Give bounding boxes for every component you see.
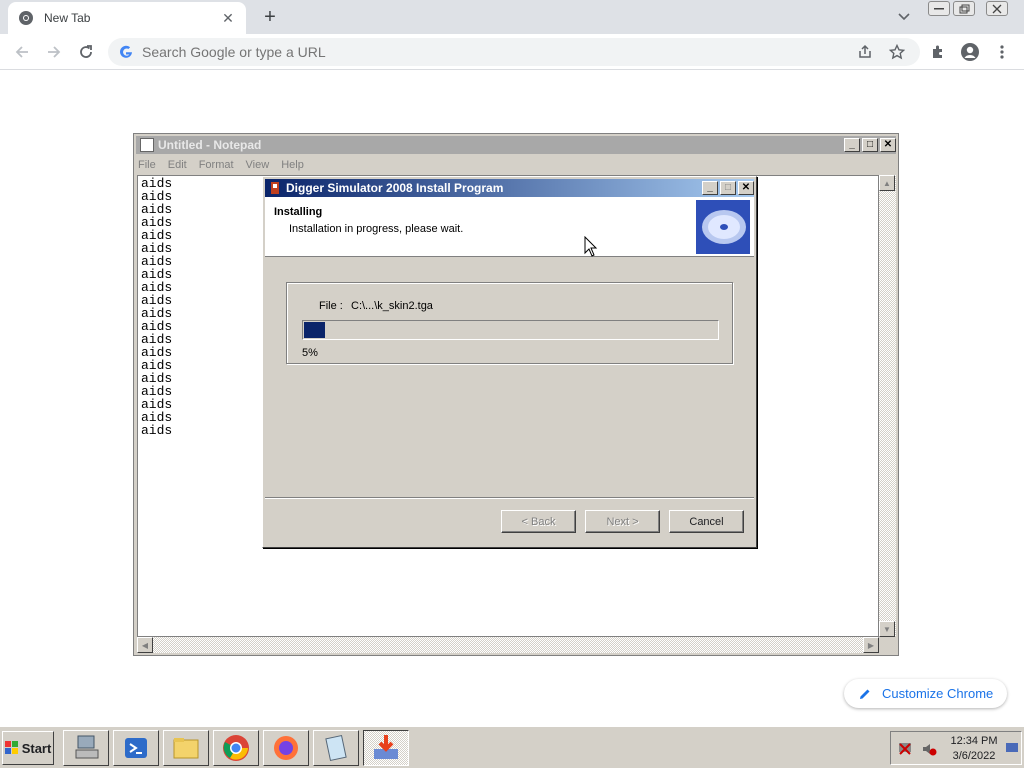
tab-strip: New Tab ✕ + [0,0,1024,34]
notepad-icon [140,138,154,152]
start-label: Start [21,740,52,756]
customize-chrome-label: Customize Chrome [882,686,994,701]
new-tab-button[interactable]: + [258,6,282,28]
installer-subheading: Installation in progress, please wait. [289,223,464,235]
progress-percent: 5% [302,347,318,359]
forward-arrow-icon[interactable] [42,40,66,64]
network-icon[interactable] [897,741,913,757]
progress-fill [304,322,325,338]
close-window-button[interactable] [986,1,1008,16]
tab-title: New Tab [44,11,91,25]
show-desktop-icon[interactable] [1005,741,1019,755]
clock[interactable]: 12:34 PM 3/6/2022 [941,734,1007,764]
scroll-left-arrow-icon[interactable]: ◀ [137,637,153,653]
browser-toolbar [0,34,1024,70]
google-icon [120,45,132,58]
extensions-puzzle-icon[interactable] [926,40,950,64]
system-tray: 12:34 PM 3/6/2022 [890,731,1022,765]
back-button[interactable]: < Back [501,510,576,533]
notepad-minimize-button[interactable]: _ [844,138,860,152]
installer-title: Digger Simulator 2008 Install Program [286,181,504,195]
installer-close-button[interactable]: ✕ [738,181,754,195]
notepad-titlebar[interactable]: Untitled - Notepad _ □ ✕ [136,136,896,154]
install-progress-bar [302,320,719,340]
installer-window: Digger Simulator 2008 Install Program _ … [262,176,757,548]
windows-flag-icon [4,741,18,754]
scroll-down-arrow-icon[interactable]: ▼ [879,621,895,637]
installer-titlebar[interactable]: Digger Simulator 2008 Install Program _ … [265,179,754,197]
volume-muted-icon[interactable] [921,741,937,757]
taskbar-installer-icon[interactable] [363,730,409,766]
next-button[interactable]: Next > [585,510,660,533]
taskbar-computer-icon[interactable] [63,730,109,766]
notepad-text: aids aids aids aids aids aids aids aids … [141,176,173,438]
progress-group: File : C:\...\k_skin2.tga 5% [286,282,733,364]
omnibox[interactable] [108,38,920,66]
restore-window-button[interactable] [953,1,975,16]
file-value: C:\...\k_skin2.tga [351,300,433,312]
bookmark-star-icon[interactable] [888,44,906,60]
cancel-button[interactable]: Cancel [669,510,744,533]
tab-new-tab[interactable]: New Tab ✕ [8,2,246,34]
taskbar-firefox-icon[interactable] [263,730,309,766]
installer-maximize-button[interactable]: □ [720,181,736,195]
tab-search-chevron-icon[interactable] [894,8,914,26]
scroll-right-arrow-icon[interactable]: ▶ [863,637,879,653]
tab-close-icon[interactable]: ✕ [220,10,236,26]
horizontal-scrollbar[interactable]: ◀ ▶ [137,637,879,653]
clock-time: 12:34 PM [950,735,998,747]
mouse-cursor-icon [584,236,598,257]
taskbar-folder-icon[interactable] [163,730,209,766]
vertical-scrollbar[interactable]: ▲ ▼ [879,175,896,637]
minimize-window-button[interactable] [928,1,950,16]
notepad-title: Untitled - Notepad [158,138,262,152]
start-button[interactable]: Start [2,731,54,765]
resize-grip[interactable] [879,637,896,653]
taskbar-notepad-icon[interactable] [313,730,359,766]
menu-file[interactable]: File [138,159,156,171]
taskbar: Start 12:34 PM 3/6/2022 [0,726,1024,768]
customize-chrome-button[interactable]: Customize Chrome [844,679,1007,708]
file-label: File : [319,300,343,312]
taskbar-powershell-icon[interactable] [113,730,159,766]
taskbar-chrome-icon[interactable] [213,730,259,766]
chrome-icon [19,11,33,25]
installer-app-icon [271,182,279,194]
notepad-close-button[interactable]: ✕ [880,138,896,152]
menu-view[interactable]: View [246,159,270,171]
share-icon[interactable] [856,44,874,60]
reload-icon[interactable] [74,40,98,64]
installer-minimize-button[interactable]: _ [702,181,718,195]
clock-date: 3/6/2022 [952,750,996,762]
scroll-up-arrow-icon[interactable]: ▲ [879,175,895,191]
cd-disc-icon [696,200,750,254]
notepad-menubar: File Edit Format View Help [138,156,316,174]
installer-header: Installing Installation in progress, ple… [265,197,754,257]
back-arrow-icon[interactable] [10,40,34,64]
profile-avatar-icon[interactable] [958,40,982,64]
menu-format[interactable]: Format [199,159,234,171]
omnibox-input[interactable] [142,44,742,60]
menu-edit[interactable]: Edit [168,159,187,171]
menu-help[interactable]: Help [281,159,304,171]
button-separator [265,497,754,499]
pencil-icon [860,689,870,699]
installer-heading: Installing [274,206,323,218]
notepad-maximize-button[interactable]: □ [862,138,878,152]
kebab-menu-icon[interactable] [990,40,1014,64]
